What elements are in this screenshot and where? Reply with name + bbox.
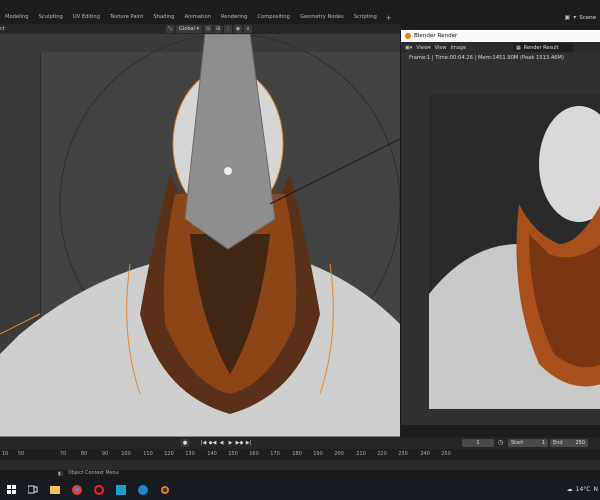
record-button[interactable]: ● bbox=[181, 439, 189, 447]
timeline-tick: 120 bbox=[164, 451, 174, 457]
timeline-track[interactable] bbox=[0, 460, 600, 470]
tab-shading[interactable]: Shading bbox=[148, 11, 179, 24]
media-app-icon[interactable] bbox=[110, 479, 132, 500]
tab-scripting[interactable]: Scripting bbox=[349, 11, 382, 24]
timeline-tick: 240 bbox=[420, 451, 430, 457]
timeline-tick: 130 bbox=[185, 451, 195, 457]
proportional-edit-icon[interactable]: ◉ bbox=[234, 25, 243, 33]
blender-taskbar-icon[interactable] bbox=[154, 479, 176, 500]
tab-geometry-nodes[interactable]: Geometry Nodes bbox=[295, 11, 349, 24]
jump-start-icon[interactable]: |◀ bbox=[200, 439, 207, 447]
prev-keyframe-icon[interactable]: ◆◀ bbox=[209, 439, 217, 447]
timeline-tick: 90 bbox=[101, 451, 109, 457]
timeline-tick: 170 bbox=[270, 451, 280, 457]
scene-icon: ▣ bbox=[564, 14, 571, 21]
windows-start-icon[interactable] bbox=[0, 479, 22, 500]
interaction-mode[interactable]: ct bbox=[0, 26, 10, 32]
transform-tools: ⤡ Global ▾ ⊙ ⊞ ⋮ ◉ ∧ bbox=[166, 24, 253, 34]
task-view-icon[interactable] bbox=[22, 479, 44, 500]
temperature: 14°C bbox=[575, 486, 591, 493]
blender-logo-icon bbox=[405, 33, 411, 39]
pivot-icon[interactable]: ⊙ bbox=[204, 25, 213, 33]
c-app-icon[interactable] bbox=[132, 479, 154, 500]
timeline-tick: 80 bbox=[80, 451, 88, 457]
workspace-bar: Modeling Sculpting UV Editing Texture Paint… bbox=[0, 11, 600, 24]
scene-drawing bbox=[0, 34, 400, 437]
viewport-header: ct ⤡ Global ▾ ⊙ ⊞ ⋮ ◉ ∧ bbox=[0, 24, 400, 34]
falloff-icon[interactable]: ∧ bbox=[244, 25, 253, 33]
scene-name[interactable]: Scene bbox=[579, 15, 596, 21]
file-explorer-icon[interactable] bbox=[44, 479, 66, 500]
timeline-tick: 70 bbox=[59, 451, 67, 457]
scene-selector[interactable]: ▣ ▾ Scene bbox=[564, 11, 600, 24]
timeline-tick: 10 bbox=[1, 451, 9, 457]
render-status: Frame:1 | Time:00:04.26 | Mem:1451.90M (… bbox=[409, 55, 564, 61]
menu-image[interactable]: Image bbox=[451, 45, 467, 51]
timeline-tick: 250 bbox=[441, 451, 451, 457]
timeline-tick: 160 bbox=[249, 451, 259, 457]
timeline-tick: 180 bbox=[292, 451, 302, 457]
end-frame-field[interactable]: End 250 bbox=[550, 439, 588, 447]
3d-viewport[interactable] bbox=[0, 34, 400, 437]
render-image[interactable] bbox=[429, 94, 600, 409]
tab-uv-editing[interactable]: UV Editing bbox=[68, 11, 105, 24]
snap-icon[interactable]: ⊞ bbox=[214, 25, 223, 33]
timeline-tick: 190 bbox=[313, 451, 323, 457]
timeline-tick: 50 bbox=[17, 451, 25, 457]
timeline-tick: 200 bbox=[334, 451, 344, 457]
tab-modeling[interactable]: Modeling bbox=[0, 11, 34, 24]
transform-orientation-dropdown[interactable]: Global ▾ bbox=[176, 25, 203, 33]
render-window-title: Blender Render bbox=[414, 33, 458, 39]
image-icon: ▦ bbox=[516, 44, 521, 51]
weather-widget[interactable]: ☁ 14°C N bbox=[567, 479, 600, 500]
timeline-tick: 230 bbox=[398, 451, 408, 457]
render-result-selector[interactable]: ▦ Render Result bbox=[513, 43, 573, 52]
playback-controls: |◀ ◆◀ ◀ ▶ ▶◆ ▶| bbox=[200, 439, 252, 447]
opera-icon[interactable] bbox=[88, 479, 110, 500]
timeline-ruler[interactable]: 10 50 70 80 90 100 110 120 130 140 150 160 170 180 190… bbox=[0, 449, 600, 460]
tab-sculpting[interactable]: Sculpting bbox=[34, 11, 68, 24]
timeline-tick: 140 bbox=[207, 451, 217, 457]
timeline-tick: 100 bbox=[121, 451, 131, 457]
add-workspace-button[interactable]: + bbox=[382, 14, 396, 22]
os-taskbar bbox=[0, 479, 600, 500]
play-reverse-icon[interactable]: ◀ bbox=[218, 439, 225, 447]
jump-end-icon[interactable]: ▶| bbox=[245, 439, 252, 447]
mouse-icon: ◧ bbox=[58, 471, 63, 477]
snap-settings-icon[interactable]: ⋮ bbox=[224, 25, 233, 33]
render-window-titlebar: Blender Render bbox=[401, 30, 600, 42]
start-frame-field[interactable]: Start 1 bbox=[508, 439, 548, 447]
chrome-icon[interactable] bbox=[66, 479, 88, 500]
tab-animation[interactable]: Animation bbox=[179, 11, 215, 24]
cloud-icon: ☁ bbox=[566, 486, 573, 493]
status-text: Object Context Menu bbox=[68, 471, 119, 476]
editor-type-icon[interactable]: ▣▾ bbox=[405, 45, 412, 51]
camera-object[interactable] bbox=[184, 34, 276, 250]
orientation-icon[interactable]: ⤡ bbox=[166, 25, 174, 33]
timeline-tick: 220 bbox=[377, 451, 387, 457]
menu-view[interactable]: View bbox=[435, 45, 447, 51]
chevron-down-icon: ▾ bbox=[573, 14, 577, 21]
current-frame-field[interactable]: 1 bbox=[462, 439, 494, 447]
clock-icon[interactable]: ◷ bbox=[498, 439, 506, 447]
menu-view-dropdown[interactable]: View▾ bbox=[416, 45, 430, 51]
timeline-tick: 210 bbox=[356, 451, 366, 457]
tab-rendering[interactable]: Rendering bbox=[216, 11, 253, 24]
tab-texture-paint[interactable]: Texture Paint bbox=[105, 11, 148, 24]
timeline-tick: 150 bbox=[228, 451, 238, 457]
workspace-tabs: Modeling Sculpting UV Editing Texture Paint… bbox=[0, 11, 382, 24]
timeline-tick: 110 bbox=[143, 451, 153, 457]
render-preview bbox=[429, 94, 600, 409]
render-window[interactable]: Blender Render ▣▾ View▾ View Image ▦ Ren… bbox=[400, 30, 600, 425]
play-icon[interactable]: ▶ bbox=[227, 439, 234, 447]
tab-compositing[interactable]: Compositing bbox=[252, 11, 295, 24]
tray-text: N bbox=[593, 486, 599, 493]
next-keyframe-icon[interactable]: ▶◆ bbox=[236, 439, 244, 447]
